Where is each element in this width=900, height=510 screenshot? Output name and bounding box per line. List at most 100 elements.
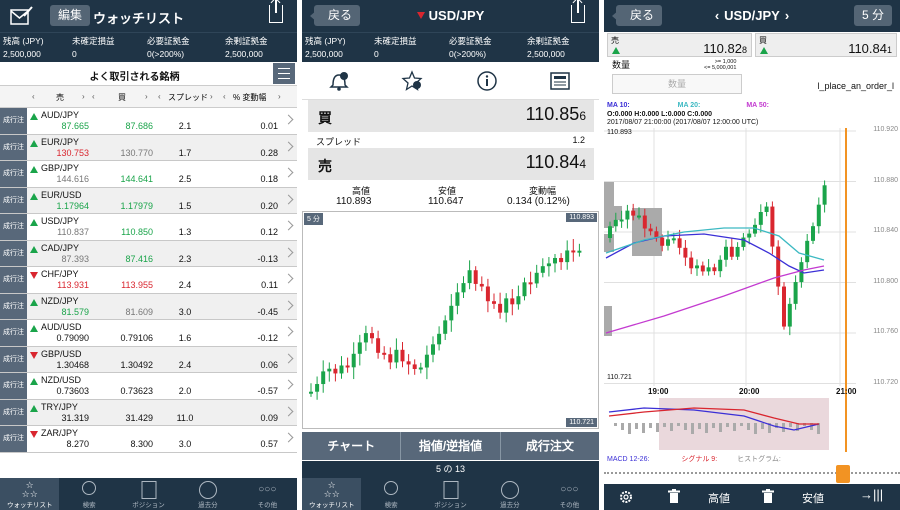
table-row[interactable]: 成行注文 NZD/JPY81.57981.609 3.0 -0.45 — [0, 293, 297, 336]
sell-ticket[interactable]: 売 110.828 — [607, 33, 752, 57]
jump-to-end-icon[interactable]: →||| — [860, 487, 883, 502]
settings-gear-icon[interactable] — [618, 489, 634, 505]
buy-price[interactable]: 31.429 — [92, 413, 153, 423]
sell-price[interactable]: 81.579 — [31, 307, 89, 317]
chevron-right-icon[interactable] — [283, 300, 294, 310]
table-row[interactable]: 成行注文 GBP/JPY144.616144.641 2.5 0.18 — [0, 161, 297, 203]
share-icon[interactable] — [571, 0, 585, 23]
buy-quote-row[interactable]: 買 110.856 — [308, 100, 594, 132]
table-row[interactable]: 成行注文 GBP/USD1.304681.30492 2.4 0.06 — [0, 346, 297, 389]
market-order-button[interactable]: 成行注文 — [0, 108, 27, 150]
buy-price[interactable]: 110.850 — [92, 227, 153, 237]
sort-left-icon[interactable]: ‹ — [158, 92, 161, 101]
table-row[interactable]: 成行注文 USD/JPY110.837110.850 1.3 0.12 — [0, 214, 297, 256]
market-order-button[interactable]: 成行注文 — [0, 240, 27, 283]
info-icon[interactable] — [476, 70, 498, 92]
market-order-button[interactable]: 成行注文 — [0, 267, 27, 309]
sell-price[interactable]: 110.837 — [31, 227, 89, 237]
market-order-button[interactable]: 成行注文 — [0, 399, 27, 442]
sort-spread-icon[interactable]: › — [210, 92, 213, 101]
col-sell[interactable]: 売 — [56, 92, 64, 103]
buy-ticket[interactable]: 買 110.841 — [755, 33, 897, 57]
timeframe-button[interactable]: 5 分 — [853, 5, 892, 26]
buy-price[interactable]: 113.955 — [92, 280, 153, 290]
sell-quote-row[interactable]: 売 110.844 — [308, 148, 594, 180]
limit-stop-button[interactable]: 指値/逆指値 — [401, 432, 501, 460]
buy-price[interactable]: 1.17979 — [92, 201, 153, 211]
sell-price[interactable]: 87.665 — [31, 121, 89, 131]
market-order-button[interactable]: 成行注文 — [0, 346, 27, 389]
quantity-input[interactable]: 数量 — [612, 74, 742, 94]
tab-stars[interactable]: ☆ ☆☆ ウォッチリスト — [302, 478, 362, 510]
buy-price[interactable]: 0.79106 — [92, 333, 153, 343]
chevron-right-icon[interactable] — [283, 273, 294, 284]
col-spread[interactable]: スプレッド — [168, 92, 208, 103]
chevron-right-icon[interactable] — [283, 353, 294, 363]
buy-price[interactable]: 8.300 — [92, 439, 153, 449]
sort-buy-icon[interactable]: › — [145, 92, 148, 101]
tab-search[interactable]: 検索 — [361, 478, 420, 510]
tab-positions[interactable]: ポジション — [421, 478, 480, 510]
sort-change-icon[interactable]: › — [278, 92, 281, 101]
sell-price[interactable]: 113.931 — [31, 280, 89, 290]
tab-positions[interactable]: ポジション — [119, 478, 178, 510]
mini-chart[interactable]: 5 分 110.893 110.721 — [302, 211, 599, 429]
sort-left-icon[interactable]: ‹ — [223, 92, 226, 101]
chart-button[interactable]: チャート — [302, 432, 402, 460]
table-row[interactable]: 成行注文 AUD/JPY87.66587.686 2.1 0.01 — [0, 108, 297, 150]
sort-left-icon[interactable]: ‹ — [92, 92, 95, 101]
price-chart[interactable] — [604, 128, 900, 398]
chevron-right-icon[interactable] — [283, 114, 294, 125]
trash-icon[interactable] — [762, 489, 774, 504]
market-order-button[interactable]: 成行注文 — [0, 214, 27, 256]
trash-icon[interactable] — [668, 489, 680, 504]
list-menu-button[interactable] — [273, 63, 295, 84]
next-instrument-icon[interactable]: › — [785, 8, 789, 23]
sell-price[interactable]: 1.30468 — [31, 360, 89, 370]
buy-price[interactable]: 0.73623 — [92, 386, 153, 396]
share-icon[interactable] — [269, 0, 283, 23]
sell-price[interactable]: 87.393 — [31, 254, 89, 264]
table-row[interactable]: 成行注文 NZD/USD0.736030.73623 2.0 -0.57 — [0, 373, 297, 415]
table-row[interactable]: 成行注文 AUD/USD0.790900.79106 1.6 -0.12 — [0, 320, 297, 362]
chevron-right-icon[interactable] — [283, 167, 294, 178]
tab-clock[interactable]: 過去分 — [178, 478, 237, 510]
table-row[interactable]: 成行注文 EUR/USD1.179641.17979 1.5 0.20 — [0, 187, 297, 230]
market-order-button[interactable]: 成行注文 — [0, 320, 27, 362]
favorite-star-icon[interactable] — [401, 70, 423, 92]
buy-price[interactable]: 130.770 — [92, 148, 153, 158]
buy-price[interactable]: 1.30492 — [92, 360, 153, 370]
chevron-right-icon[interactable] — [283, 247, 294, 257]
market-order-button[interactable]: 成行注文 — [0, 187, 27, 230]
col-buy[interactable]: 買 — [118, 92, 126, 103]
sell-price[interactable]: 8.270 — [31, 439, 89, 449]
table-row[interactable]: 成行注文 EUR/JPY130.753130.770 1.7 0.28 — [0, 134, 297, 177]
market-order-button[interactable]: 成行注文 — [0, 426, 27, 468]
market-order-button[interactable]: 成行注文 — [0, 161, 27, 203]
table-row[interactable]: 成行注文 CAD/JPY87.39387.416 2.3 -0.13 — [0, 240, 297, 283]
sell-price[interactable]: 1.17964 — [31, 201, 89, 211]
sell-price[interactable]: 31.319 — [31, 413, 89, 423]
col-change[interactable]: % 変動幅 — [233, 92, 266, 103]
chevron-right-icon[interactable] — [283, 141, 294, 151]
tab-search[interactable]: 検索 — [59, 478, 118, 510]
scroll-handle[interactable] — [836, 465, 850, 483]
market-order-button[interactable]: 成行注文 — [0, 293, 27, 336]
table-row[interactable]: 成行注文 ZAR/JPY 8.270 8.300 3.0 0.57 — [0, 426, 297, 468]
sell-price[interactable]: 0.79090 — [31, 333, 89, 343]
low-button[interactable]: 安値 — [802, 490, 824, 506]
sort-sell-icon[interactable]: › — [82, 92, 85, 101]
sell-price[interactable]: 144.616 — [31, 174, 89, 184]
prev-instrument-icon[interactable]: ‹ — [715, 8, 719, 23]
chevron-right-icon[interactable] — [283, 432, 294, 443]
tab-clock[interactable]: 過去分 — [480, 478, 539, 510]
chevron-right-icon[interactable] — [283, 406, 294, 416]
table-row[interactable]: 成行注文 TRY/JPY31.31931.429 11.0 0.09 — [0, 399, 297, 442]
place-order-link[interactable]: l_place_an_order_l — [817, 81, 894, 91]
chart-scroller[interactable] — [604, 465, 900, 483]
sell-price[interactable]: 0.73603 — [31, 386, 89, 396]
tab-more[interactable]: ○○○ その他 — [238, 478, 297, 510]
news-icon[interactable] — [550, 72, 570, 90]
chevron-right-icon[interactable] — [283, 326, 294, 337]
tab-more[interactable]: ○○○ その他 — [540, 478, 599, 510]
